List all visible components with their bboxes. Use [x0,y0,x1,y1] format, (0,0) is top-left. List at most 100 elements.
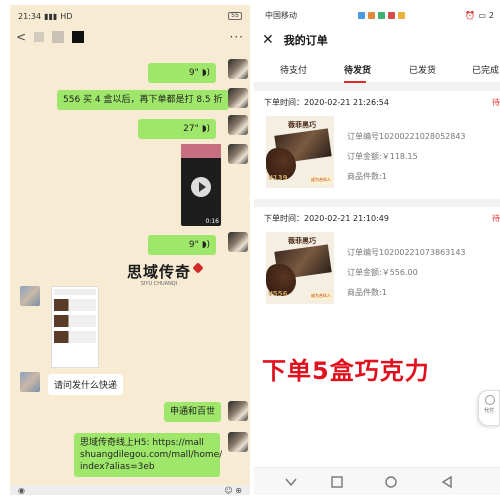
promo-tag: 成为合伙人 [310,292,332,300]
image-message[interactable] [51,286,99,368]
voice-message[interactable]: 9" ◗) [148,235,216,256]
order-time: 下单时间：2020-02-21 21:26:54 [264,98,389,107]
status-bar: 21:34 ▮▮▮ HD 55 [10,5,250,27]
status-time: 21:34 [18,11,42,21]
order-card[interactable]: 下单时间：2020-02-21 21:10:49 待 薇菲黑巧 ¥556 成为合… [254,207,500,315]
avatar[interactable] [228,232,248,252]
signal-icon: ▮▮▮ [44,11,58,21]
voice-message[interactable]: 27" ◗) [138,119,216,140]
active-tab-indicator [344,81,366,83]
alarm-icon: ⏰ [465,10,476,20]
battery-icon: 55 [228,12,242,20]
text-message[interactable]: 申通和百世 [164,402,222,423]
message-text: 556 买 4 盒以后，再下单都是打 8.5 折 [57,90,229,111]
more-icon[interactable]: ··· [230,30,244,44]
avatar[interactable] [228,88,248,108]
avatar[interactable] [228,115,248,135]
message-text: 请问发什么快递 [48,374,124,395]
order-count: 商品件数:1 [347,172,387,181]
avatar[interactable] [228,59,248,79]
app-icon [367,11,375,19]
app-icon [387,11,395,19]
order-amount: 订单金额:￥556.00 [347,268,418,277]
product-price-tag: ¥139 [268,174,288,182]
chat-header: < ··· [10,27,250,47]
app-icon [397,11,405,19]
pay-for-me-button[interactable]: 代付 [478,390,500,426]
message-text-line: shuangdilegou.com/mall/home/ [80,450,223,461]
order-tabs: 待支付 待发货 已发货 已完成 [254,55,500,83]
tab-completed[interactable]: 已完成 [472,63,499,76]
order-card[interactable]: 下单时间：2020-02-21 21:26:54 待 薇菲黑巧 ¥139 成为合… [254,91,500,199]
voice-message[interactable]: 9" ◗) [148,63,216,84]
product-name: 薇菲黑巧 [288,237,316,245]
voice-input-icon[interactable]: ◉ [18,486,25,495]
close-icon[interactable]: ✕ [262,32,274,48]
order-number: 订单编号10200221028052843 [347,132,466,141]
battery-icon: ▭ [478,10,486,20]
voice-icon: ◗) [201,68,210,78]
avatar[interactable] [20,286,40,306]
avatar[interactable] [20,372,40,392]
orders-header: ✕ 我的订单 [254,25,500,55]
order-count: 商品件数:1 [347,288,387,297]
status-bar: 中国移动 ⏰ ▭ 2 [254,5,500,25]
tab-pending-shipment[interactable]: 待发货 [344,63,371,76]
wifi-icon [357,11,365,19]
brand-logo: 思域传奇 SIYU CHUANQI [114,261,204,289]
side-float-label: 代付 [483,408,494,414]
tab-pending-payment[interactable]: 待支付 [280,63,307,76]
chat-input-bar[interactable]: ◉ ☺ ⊕ [10,485,250,495]
blurred-name [34,32,45,42]
annotation-note: 下单5盒巧克力 [262,357,430,385]
voice-icon: ◗) [201,124,210,134]
avatar[interactable] [228,401,248,421]
pay-icon [485,395,495,405]
blurred-name [72,31,85,43]
video-thumbnail [181,144,221,158]
system-nav-bar [254,467,500,495]
back-icon[interactable] [440,475,454,489]
blurred-name [52,31,65,43]
voice-duration: 9" [188,240,199,250]
text-message[interactable]: 556 买 4 盒以后，再下单都是打 8.5 折 [57,90,229,111]
voice-icon: ◗) [201,240,210,250]
avatar[interactable] [228,432,248,452]
text-message-in[interactable]: 请问发什么快递 [48,374,124,395]
order-amount: 订单金额:￥118.15 [347,152,418,161]
message-text: 申通和百世 [164,402,222,423]
voice-duration: 9" [188,68,199,78]
emoji-icon[interactable]: ☺ ⊕ [224,486,242,495]
play-icon[interactable] [191,177,211,197]
back-icon[interactable]: < [16,30,26,44]
network-label: HD [60,11,73,21]
logo-text: 思域传奇 [126,263,191,281]
link-message[interactable]: 思域传奇线上H5: https://mall shuangdilegou.com… [74,433,223,478]
avatar[interactable] [228,144,248,164]
tab-shipped[interactable]: 已发货 [409,63,436,76]
product-image[interactable]: 薇菲黑巧 ¥139 成为合伙人 [266,116,334,188]
order-time: 下单时间：2020-02-21 21:10:49 [264,214,389,223]
product-price-tag: ¥556 [268,290,288,298]
video-duration: 0:16 [205,218,219,225]
chat-screenshot: 21:34 ▮▮▮ HD 55 < ··· 9" ◗) 556 买 4 盒以后，… [10,5,250,495]
status-time: 2 [488,10,494,20]
voice-duration: 27" [183,124,199,134]
orders-screenshot: 中国移动 ⏰ ▭ 2 ✕ 我的订单 待支付 待发货 已发货 已完成 下单时间：2… [254,5,500,495]
home-icon[interactable] [384,475,398,489]
video-message[interactable]: 0:16 [181,144,221,226]
order-status: 待 [492,214,500,223]
carrier-label: 中国移动 [265,10,297,20]
promo-tag: 成为合伙人 [310,176,332,184]
product-image[interactable]: 薇菲黑巧 ¥556 成为合伙人 [266,232,334,304]
app-icon [377,11,385,19]
message-text-line: index?alias=3eb [80,462,155,473]
product-name: 薇菲黑巧 [288,121,316,129]
order-number: 订单编号10200221073863143 [347,248,466,257]
page-title: 我的订单 [283,34,328,47]
chevron-down-icon[interactable] [284,475,298,489]
order-status: 待 [492,98,500,107]
status-icons [357,11,405,19]
recents-icon[interactable] [330,475,344,489]
message-text-line: 思域传奇线上H5: https://mall [80,438,204,448]
